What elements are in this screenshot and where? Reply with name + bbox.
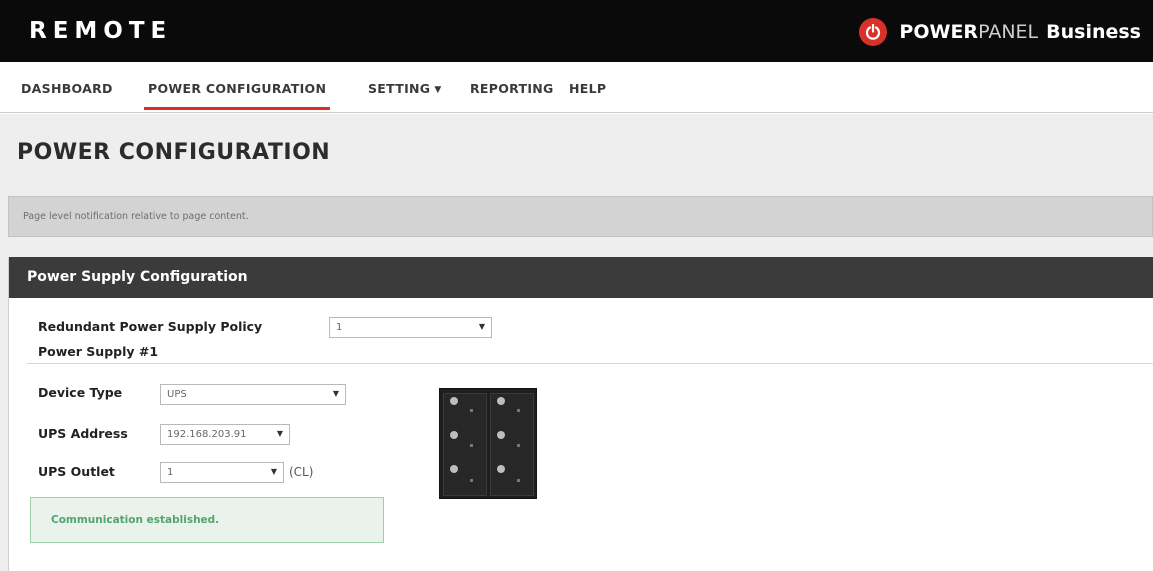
device-led [450,397,458,405]
brand-logo-text: REMOTE [29,18,173,44]
main-nav: DASHBOARD POWER CONFIGURATION SETTING ▼ R… [0,62,1153,113]
ups-address-select[interactable]: 192.168.203.91 ▼ [160,424,290,445]
device-rail-right [490,393,534,496]
redundant-policy-label: Redundant Power Supply Policy [38,319,263,334]
device-led [450,465,458,473]
status-message: Communication established. [51,514,220,526]
redundant-policy-select[interactable]: 1 ▼ [329,317,492,338]
chevron-down-icon: ▼ [270,467,277,476]
device-type-label: Device Type [38,385,123,400]
device-type-select[interactable]: UPS ▼ [160,384,346,405]
status-message-box: Communication established. [30,497,384,543]
nav-dashboard[interactable]: DASHBOARD [21,81,113,96]
device-port [470,409,473,412]
nav-reporting-label: REPORTING [470,81,554,96]
device-port [517,444,520,447]
ups-outlet-label: UPS Outlet [38,464,115,479]
panel-header: Power Supply Configuration [9,257,1153,298]
nav-setting-label: SETTING [368,81,431,96]
section-divider [27,363,1153,364]
device-port [470,444,473,447]
main-content: POWER CONFIGURATION Page level notificat… [0,114,1153,571]
device-port [517,409,520,412]
ups-outlet-value: 1 [167,467,174,478]
top-header: REMOTE POWER PANEL Business [0,0,1153,62]
device-led [450,431,458,439]
ups-address-label: UPS Address [38,426,128,441]
nav-reporting[interactable]: REPORTING [470,81,554,96]
nav-help-label: HELP [569,81,607,96]
notification-text: Page level notification relative to page… [23,211,249,222]
product-edition: Business [1046,21,1141,43]
product-name-light: PANEL [978,21,1039,43]
device-type-value: UPS [167,389,187,400]
redundant-policy-value: 1 [336,322,343,333]
ups-device-image [439,388,537,499]
nav-power-configuration[interactable]: POWER CONFIGURATION [143,81,331,110]
ups-address-value: 192.168.203.91 [167,429,247,440]
device-led [497,465,505,473]
device-led [497,431,505,439]
product-logo: POWER PANEL Business [859,18,1141,46]
device-led [497,397,505,405]
page-title: POWER CONFIGURATION [17,140,331,165]
device-rail-left [443,393,487,496]
chevron-down-icon: ▼ [332,389,339,398]
power-supply-panel: Power Supply Configuration Redundant Pow… [8,257,1153,571]
nav-dashboard-label: DASHBOARD [21,81,113,96]
chevron-down-icon: ▼ [478,322,485,331]
ups-outlet-select[interactable]: 1 ▼ [160,462,284,483]
power-icon [859,18,888,46]
nav-setting[interactable]: SETTING ▼ [368,81,442,96]
chevron-down-icon: ▼ [276,429,283,438]
panel-title: Power Supply Configuration [27,269,248,285]
nav-power-configuration-label: POWER CONFIGURATION [148,81,327,96]
chevron-down-icon: ▼ [434,85,442,95]
ups-outlet-unit: (CL) [289,465,314,479]
power-supply-heading: Power Supply #1 [38,344,159,359]
product-name-strong: POWER [899,21,979,43]
device-port [517,479,520,482]
device-port [470,479,473,482]
nav-help[interactable]: HELP [569,81,606,96]
page-notification: Page level notification relative to page… [8,196,1153,237]
